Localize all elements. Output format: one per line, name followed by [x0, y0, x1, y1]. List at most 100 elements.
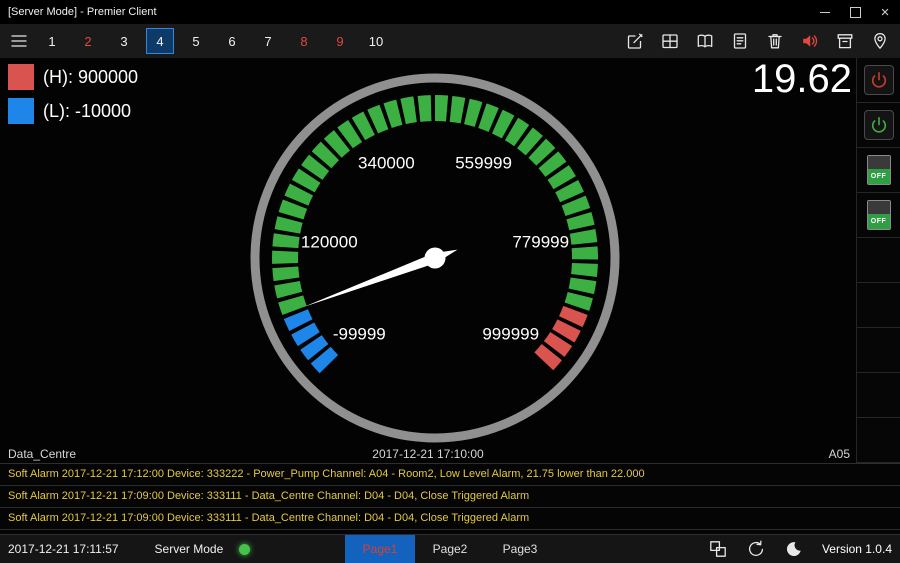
status-indicator [239, 544, 250, 555]
edit-icon [625, 31, 645, 51]
side-cell-empty [857, 283, 900, 328]
switch-off-label: OFF [868, 169, 890, 184]
layout-icon [708, 539, 728, 559]
location-button[interactable] [870, 31, 890, 51]
svg-text:779999: 779999 [512, 232, 569, 251]
log-button[interactable] [730, 31, 750, 51]
version-label: Version 1.0.4 [822, 542, 892, 556]
svg-text:340000: 340000 [358, 154, 415, 173]
side-cell [857, 103, 900, 148]
bin-button[interactable] [835, 31, 855, 51]
alarm-row[interactable]: Soft Alarm 2017-12-21 17:09:00 Device: 3… [0, 508, 900, 530]
toolbar: 1 2 3 4 5 6 7 8 9 10 [0, 24, 900, 58]
side-cell [857, 58, 900, 103]
status-actions: Version 1.0.4 [708, 539, 900, 559]
switch-rocker [868, 156, 890, 169]
menu-button[interactable] [0, 24, 38, 58]
svg-text:559999: 559999 [455, 154, 512, 173]
page-tab-8[interactable]: 8 [290, 28, 318, 54]
gauge-legend: (H): 900000 (L): -10000 [8, 64, 138, 132]
minimize-icon [820, 12, 830, 13]
high-limit-label: (H): 900000 [43, 67, 138, 88]
page-tabs: 1 2 3 4 5 6 7 8 9 10 [38, 28, 398, 54]
legend-low: (L): -10000 [8, 98, 138, 124]
page-tab-1[interactable]: 1 [38, 28, 66, 54]
low-limit-label: (L): -10000 [43, 101, 131, 122]
book-button[interactable] [695, 31, 715, 51]
status-datetime: 2017-12-21 17:11:57 [0, 542, 119, 556]
window-controls: × [810, 0, 900, 24]
side-cell-empty [857, 238, 900, 283]
switch-off-label: OFF [868, 214, 890, 229]
page-tab-5[interactable]: 5 [182, 28, 210, 54]
power-icon-green [870, 116, 888, 134]
high-color-swatch [8, 64, 34, 90]
page-tab-3[interactable]: 3 [110, 28, 138, 54]
alarm-row[interactable]: Soft Alarm 2017-12-21 17:12:00 Device: 3… [0, 464, 900, 486]
panel-footer: Data_Centre 2017-12-21 17:10:00 A05 [0, 446, 856, 463]
app-window: [Server Mode] - Premier Client × 1 2 3 4… [0, 0, 900, 563]
gauge-timestamp: 2017-12-21 17:10:00 [372, 447, 483, 461]
close-button[interactable]: × [870, 0, 900, 24]
side-cell-empty [857, 418, 900, 463]
page-tab-6[interactable]: 6 [218, 28, 246, 54]
toggle-switch-2[interactable]: OFF [867, 200, 891, 230]
svg-text:-99999: -99999 [333, 325, 386, 344]
power-on-button[interactable] [864, 110, 894, 140]
legend-high: (H): 900000 [8, 64, 138, 90]
sync-button[interactable] [746, 539, 766, 559]
book-icon [695, 31, 715, 51]
speaker-icon [800, 31, 820, 51]
side-panel: OFF OFF [856, 58, 900, 463]
status-bar: 2017-12-21 17:11:57 Server Mode Page1 Pa… [0, 534, 900, 563]
page1-tab[interactable]: Page1 [345, 535, 415, 563]
current-value: 19.62 [752, 58, 852, 100]
side-cell-empty [857, 373, 900, 418]
low-color-swatch [8, 98, 34, 124]
page-tab-10[interactable]: 10 [362, 28, 390, 54]
alarm-row[interactable]: Soft Alarm 2017-12-21 17:09:00 Device: 3… [0, 486, 900, 508]
gauge-dial: -99999 120000 340000 559999 779999 999999 [243, 66, 627, 450]
power-off-button[interactable] [864, 65, 894, 95]
window-title: [Server Mode] - Premier Client [0, 6, 157, 18]
moon-icon [785, 540, 803, 558]
layout-button[interactable] [708, 539, 728, 559]
minimize-button[interactable] [810, 0, 840, 24]
page3-tab[interactable]: Page3 [485, 535, 555, 563]
svg-text:120000: 120000 [301, 232, 358, 251]
toolbar-actions [625, 31, 900, 51]
hamburger-icon [9, 31, 29, 51]
power-icon-red [870, 71, 888, 89]
channel-label: A05 [829, 447, 850, 461]
page2-tab[interactable]: Page2 [415, 535, 485, 563]
svg-text:999999: 999999 [482, 325, 539, 344]
grid-button[interactable] [660, 31, 680, 51]
edit-button[interactable] [625, 31, 645, 51]
gauge-panel: (H): 900000 (L): -10000 19.62 -99999 1200… [0, 58, 856, 463]
status-pages: Page1 Page2 Page3 [345, 535, 555, 563]
device-name: Data_Centre [8, 447, 76, 461]
sync-icon [746, 539, 766, 559]
trash-icon [765, 31, 785, 51]
side-cell-empty [857, 328, 900, 373]
theme-button[interactable] [784, 539, 804, 559]
sound-button[interactable] [800, 31, 820, 51]
page-tab-9[interactable]: 9 [326, 28, 354, 54]
toggle-switch-1[interactable]: OFF [867, 155, 891, 185]
maximize-button[interactable] [840, 0, 870, 24]
maximize-icon [850, 7, 861, 18]
alarm-list: Soft Alarm 2017-12-21 17:12:00 Device: 3… [0, 463, 900, 536]
grid-icon [660, 31, 680, 51]
close-icon: × [881, 5, 890, 20]
side-cell: OFF [857, 193, 900, 238]
trash-button[interactable] [765, 31, 785, 51]
server-mode-label: Server Mode [155, 542, 224, 556]
page-tab-2[interactable]: 2 [74, 28, 102, 54]
gauge-hub [425, 248, 446, 269]
page-tab-7[interactable]: 7 [254, 28, 282, 54]
page-tab-4[interactable]: 4 [146, 28, 174, 54]
side-cell: OFF [857, 148, 900, 193]
archive-icon [835, 31, 855, 51]
pin-icon [870, 31, 890, 51]
title-bar: [Server Mode] - Premier Client × [0, 0, 900, 24]
